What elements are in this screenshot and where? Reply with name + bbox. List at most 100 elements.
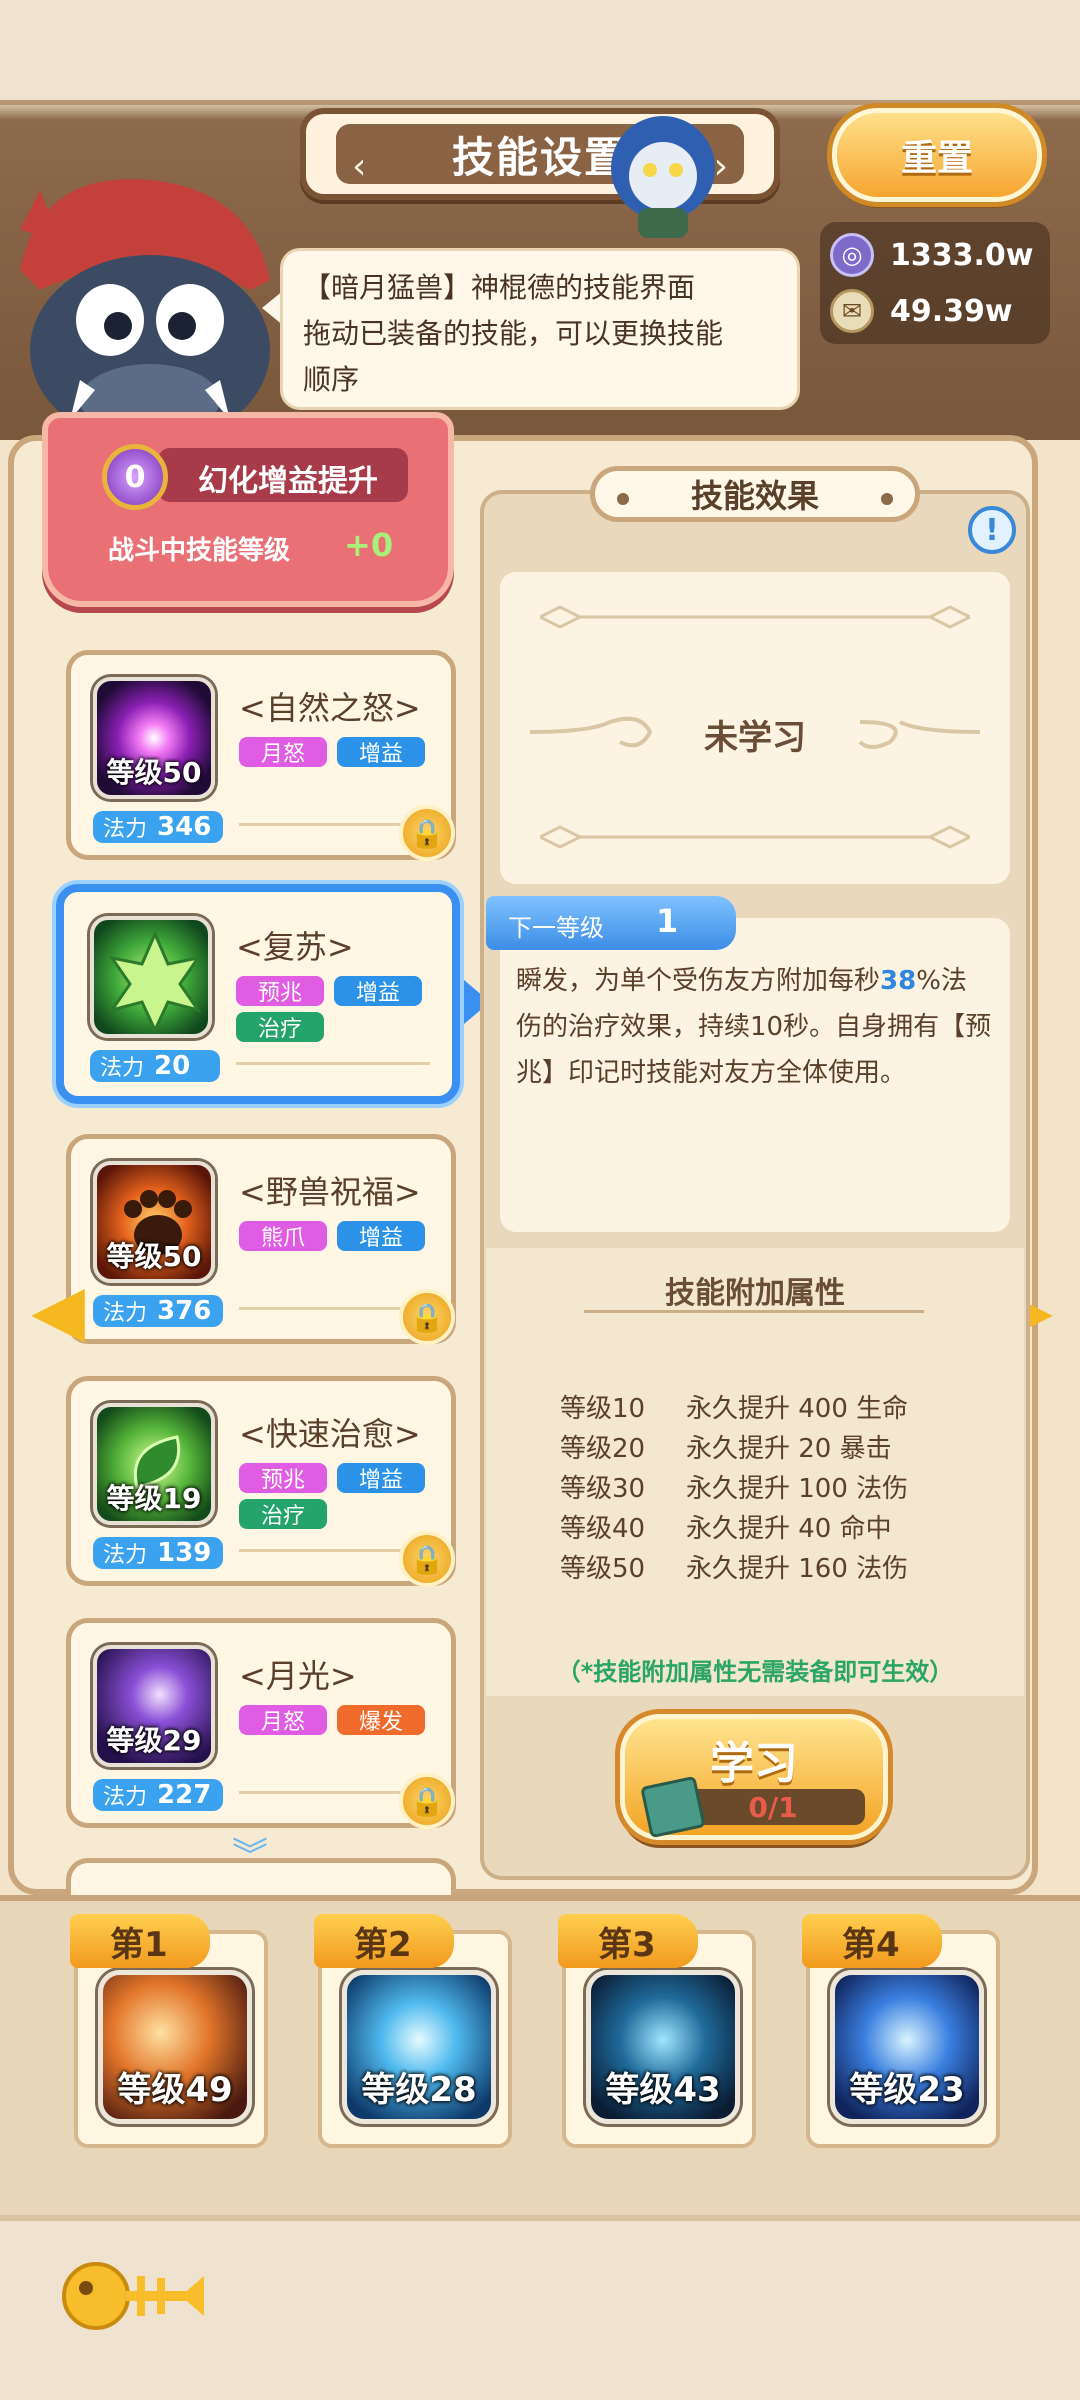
next-level-value: 1 <box>656 902 679 940</box>
effect-title: 技能效果 <box>590 466 920 522</box>
quick-heal-skill-icon: 等级19 <box>93 1403 215 1525</box>
slot-level: 等级23 <box>849 2070 965 2110</box>
mana-label: 法力 <box>100 1056 145 1081</box>
skill-name: <快速治愈> <box>239 1415 421 1453</box>
slot-ribbon: 第1 <box>70 1914 210 1968</box>
boost-value: +0 <box>344 526 394 564</box>
currency-panel: ◎ 1333.0w ✉ 49.39w <box>820 222 1050 344</box>
effect-title-text: 技能效果 <box>690 477 819 515</box>
skill-card[interactable]: 等级50 <自然之怒> 月怒 增益 法力 346 🔒 <box>66 650 456 861</box>
beast-blessing-skill-icon: 等级50 <box>93 1161 215 1283</box>
attribute-effect: 永久提升 400 生命 <box>686 1394 909 1424</box>
leaf-icon <box>108 930 202 1034</box>
mana-label: 法力 <box>103 1785 148 1810</box>
skill-card[interactable]: 等级29 <月光> 月怒 爆发 法力 227 🔒 <box>66 1618 456 1829</box>
skill-tag: 月怒 <box>239 1705 327 1735</box>
attribute-note: （*技能附加属性无需装备即可生效） <box>556 1658 954 1686</box>
skill-level: 等级50 <box>106 1240 202 1273</box>
skill-tag: 预兆 <box>239 1463 327 1493</box>
mana-value: 20 <box>154 1051 191 1081</box>
attribute-effect: 永久提升 100 法伤 <box>686 1474 909 1504</box>
attribute-level: 等级40 <box>560 1514 646 1544</box>
boost-banner[interactable]: 0 幻化增益提升 战斗中技能等级 +0 <box>42 412 454 607</box>
skill-tag: 增益 <box>337 737 425 767</box>
lock-icon[interactable]: 🔒 <box>399 1289 455 1345</box>
moonlight-skill-icon: 等级29 <box>93 1645 215 1767</box>
nature-wrath-skill-icon: 等级50 <box>93 677 215 799</box>
dark-tree-skill-icon: 等级43 <box>586 1970 740 2124</box>
lock-icon[interactable]: 🔒 <box>399 1531 455 1587</box>
info-icon[interactable]: ! <box>968 506 1016 554</box>
next-level-label: 下一等级 <box>508 914 604 942</box>
npc-avatar <box>611 116 715 238</box>
previous-page-arrow-icon[interactable]: ◀ <box>22 1270 94 1350</box>
mana-value: 376 <box>157 1296 212 1326</box>
coin-icon: ◎ <box>830 233 874 277</box>
speech-bubble: 【暗月猛兽】神棍德的技能界面 拖动已装备的技能，可以更换技能 顺序 <box>280 248 800 410</box>
boost-title: 幻化增益提升 <box>198 464 378 499</box>
currency-row: ◎ 1333.0w <box>830 230 1033 280</box>
slot-level: 等级43 <box>605 2070 721 2110</box>
attribute-level: 等级20 <box>560 1434 646 1464</box>
equip-slot[interactable]: 等级28 第2 <box>314 1914 512 2148</box>
slot-ribbon: 第3 <box>558 1914 698 1968</box>
currency-value: 49.39w <box>890 293 1013 329</box>
scroll-icon: ✉ <box>830 289 874 333</box>
mana-label: 法力 <box>103 1543 148 1568</box>
mana-pill: 法力 139 <box>93 1537 223 1569</box>
left-ornament-icon: ‹ <box>352 146 367 187</box>
mascot-character <box>20 179 270 445</box>
skill-card[interactable]: 等级50 <野兽祝福> 熊爪 增益 法力 376 🔒 <box>66 1134 456 1345</box>
claw-skill-icon: 等级49 <box>98 1970 252 2124</box>
slot-ribbon: 第4 <box>802 1914 942 1968</box>
title-dot <box>617 493 629 505</box>
mana-label: 法力 <box>103 1301 148 1326</box>
skill-name: <野兽祝福> <box>239 1173 421 1211</box>
slot-level: 等级28 <box>361 2070 477 2110</box>
lock-icon[interactable]: 🔒 <box>399 805 455 861</box>
learn-status: 未学习 <box>704 718 806 758</box>
mana-pill: 法力 227 <box>93 1779 223 1811</box>
skill-card-selected[interactable]: <复苏> 预兆 增益 治疗 法力 20 <box>56 884 460 1104</box>
speech-line: 【暗月猛兽】神棍德的技能界面 <box>303 271 696 304</box>
ornament-divider <box>540 605 970 629</box>
skill-description: 瞬发，为单个受伤友方附加每秒38%法伤的治疗效果，持续10秒。自身拥有【预兆】印… <box>500 918 1010 1232</box>
equip-slot[interactable]: 等级43 第3 <box>558 1914 756 2148</box>
attribute-title: 技能附加属性 <box>665 1276 845 1311</box>
next-level-tag: 下一等级 1 <box>486 896 736 950</box>
skill-name: <自然之怒> <box>239 689 421 727</box>
skill-card[interactable]: 等级19 <快速治愈> 预兆 增益 治疗 法力 139 🔒 <box>66 1376 456 1587</box>
mana-pill: 法力 20 <box>90 1050 220 1082</box>
attribute-level: 等级30 <box>560 1474 646 1504</box>
reset-label: 重置 <box>900 138 973 179</box>
top-strip <box>0 0 1080 105</box>
reset-button[interactable]: 重置 <box>832 108 1042 202</box>
snow-leopard-skill-icon: 等级23 <box>830 1970 984 2124</box>
lock-icon[interactable]: 🔒 <box>399 1773 455 1829</box>
mana-value: 139 <box>157 1538 212 1568</box>
currency-value: 1333.0w <box>890 237 1034 273</box>
equip-slot[interactable]: 等级23 第4 <box>802 1914 1000 2148</box>
skill-name: <月光> <box>239 1657 357 1695</box>
boost-label: 战斗中技能等级 <box>108 536 291 566</box>
skill-tag: 熊爪 <box>239 1221 327 1251</box>
mana-pill: 法力 376 <box>93 1295 223 1327</box>
skill-level: 等级29 <box>106 1724 202 1757</box>
fish-bone-icon[interactable] <box>56 2246 206 2346</box>
title-dot <box>881 493 893 505</box>
mana-label: 法力 <box>103 817 148 842</box>
equip-slot[interactable]: 等级49 第1 <box>70 1914 268 2148</box>
ornament-divider <box>540 825 970 849</box>
attribute-level: 等级50 <box>560 1554 646 1584</box>
speech-line: 拖动已装备的技能，可以更换技能 <box>303 317 724 350</box>
skill-tag: 增益 <box>334 976 422 1006</box>
skill-tag: 治疗 <box>239 1499 327 1529</box>
skill-tag: 月怒 <box>239 737 327 767</box>
skill-name: <复苏> <box>236 928 354 966</box>
skill-tag: 预兆 <box>236 976 324 1006</box>
skill-tag: 增益 <box>337 1221 425 1251</box>
currency-row: ✉ 49.39w <box>830 286 1013 336</box>
scroll-down-chevron-icon[interactable]: ︾ <box>226 1839 274 1875</box>
learn-button[interactable]: 学习 0/1 <box>620 1714 888 1840</box>
book-icon <box>640 1775 706 1839</box>
